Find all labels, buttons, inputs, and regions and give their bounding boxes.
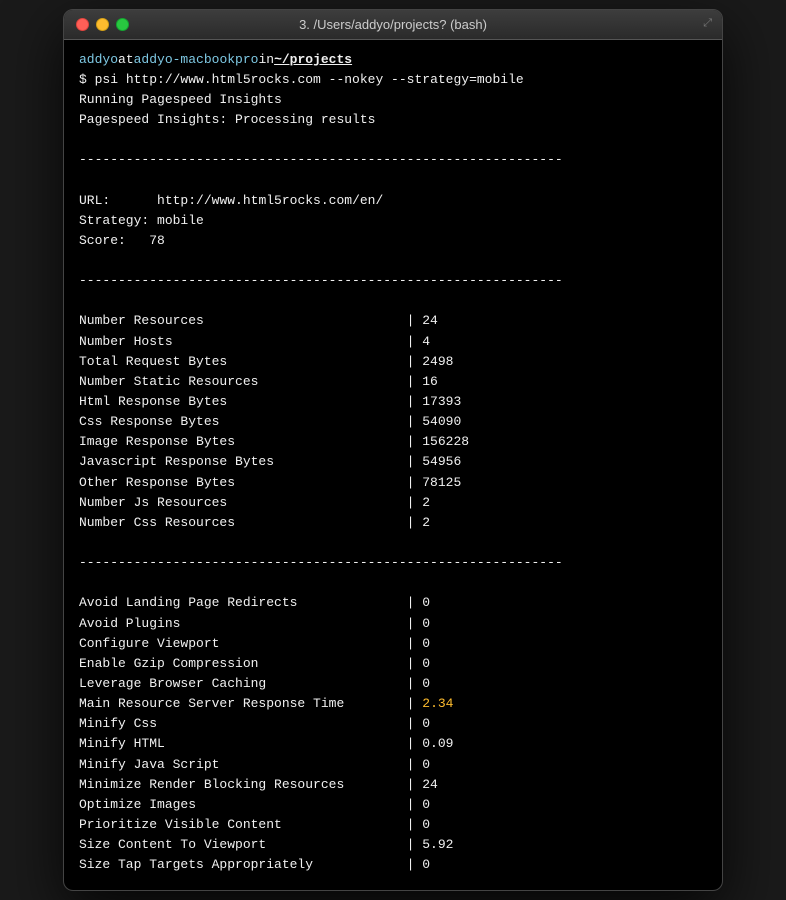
stat-row: Other Response Bytes | 78125 xyxy=(79,473,707,493)
output-running: Running Pagespeed Insights xyxy=(79,90,707,110)
prompt-at: at xyxy=(118,50,134,70)
rule-row: Size Content To Viewport | 5.92 xyxy=(79,835,707,855)
stat-row: Number Js Resources | 2 xyxy=(79,493,707,513)
highlighted-value: 2.34 xyxy=(422,696,453,711)
rule-row: Main Resource Server Response Time | 2.3… xyxy=(79,694,707,714)
separator-3: ----------------------------------------… xyxy=(79,553,707,573)
rules-container: Avoid Landing Page Redirects | 0Avoid Pl… xyxy=(79,593,707,875)
stat-row: Number Css Resources | 2 xyxy=(79,513,707,533)
prompt-line: addyo at addyo-macbookpro in ~/projects xyxy=(79,50,707,70)
rule-row: Enable Gzip Compression | 0 xyxy=(79,654,707,674)
rule-row: Minify Java Script | 0 xyxy=(79,755,707,775)
url-line: URL: http://www.html5rocks.com/en/ xyxy=(79,191,707,211)
stat-row: Javascript Response Bytes | 54956 xyxy=(79,452,707,472)
window-title: 3. /Users/addyo/projects? (bash) xyxy=(299,17,487,32)
score-value: 78 xyxy=(149,233,165,248)
separator-2: ----------------------------------------… xyxy=(79,271,707,291)
score-label: Score: xyxy=(79,233,126,248)
rule-row: Prioritize Visible Content | 0 xyxy=(79,815,707,835)
output-processing: Pagespeed Insights: Processing results xyxy=(79,110,707,130)
prompt-dollar: $ xyxy=(79,72,95,87)
rule-row: Configure Viewport | 0 xyxy=(79,634,707,654)
url-label: URL: xyxy=(79,193,110,208)
stat-row: Number Hosts | 4 xyxy=(79,332,707,352)
traffic-lights xyxy=(76,18,129,31)
stat-row: Number Static Resources | 16 xyxy=(79,372,707,392)
strategy-value: mobile xyxy=(157,213,204,228)
stat-row: Image Response Bytes | 156228 xyxy=(79,432,707,452)
score-line: Score: 78 xyxy=(79,231,707,251)
titlebar: 3. /Users/addyo/projects? (bash) ⤢ xyxy=(64,10,722,40)
rule-row: Avoid Landing Page Redirects | 0 xyxy=(79,593,707,613)
rule-row: Size Tap Targets Appropriately | 0 xyxy=(79,855,707,875)
terminal-body[interactable]: addyo at addyo-macbookpro in ~/projects … xyxy=(64,40,722,891)
stat-row: Total Request Bytes | 2498 xyxy=(79,352,707,372)
prompt-path: ~/projects xyxy=(274,50,352,70)
command-line: $ psi http://www.html5rocks.com --nokey … xyxy=(79,70,707,90)
rule-row: Leverage Browser Caching | 0 xyxy=(79,674,707,694)
stat-row: Css Response Bytes | 54090 xyxy=(79,412,707,432)
url-value: http://www.html5rocks.com/en/ xyxy=(157,193,383,208)
prompt-host: addyo-macbookpro xyxy=(134,50,259,70)
maximize-button[interactable] xyxy=(116,18,129,31)
minimize-button[interactable] xyxy=(96,18,109,31)
separator-1: ----------------------------------------… xyxy=(79,150,707,170)
strategy-line: Strategy: mobile xyxy=(79,211,707,231)
rule-row: Optimize Images | 0 xyxy=(79,795,707,815)
rule-row: Minify HTML | 0.09 xyxy=(79,734,707,754)
prompt-user: addyo xyxy=(79,50,118,70)
stats-container: Number Resources | 24Number Hosts | 4Tot… xyxy=(79,311,707,533)
rule-row: Minify Css | 0 xyxy=(79,714,707,734)
prompt-in: in xyxy=(258,50,274,70)
close-button[interactable] xyxy=(76,18,89,31)
stat-row: Number Resources | 24 xyxy=(79,311,707,331)
rule-row: Avoid Plugins | 0 xyxy=(79,614,707,634)
terminal-window: 3. /Users/addyo/projects? (bash) ⤢ addyo… xyxy=(63,9,723,892)
command-text: psi http://www.html5rocks.com --nokey --… xyxy=(95,72,524,87)
resize-icon: ⤢ xyxy=(703,18,712,30)
stat-row: Html Response Bytes | 17393 xyxy=(79,392,707,412)
rule-row: Minimize Render Blocking Resources | 24 xyxy=(79,775,707,795)
strategy-label: Strategy: xyxy=(79,213,149,228)
